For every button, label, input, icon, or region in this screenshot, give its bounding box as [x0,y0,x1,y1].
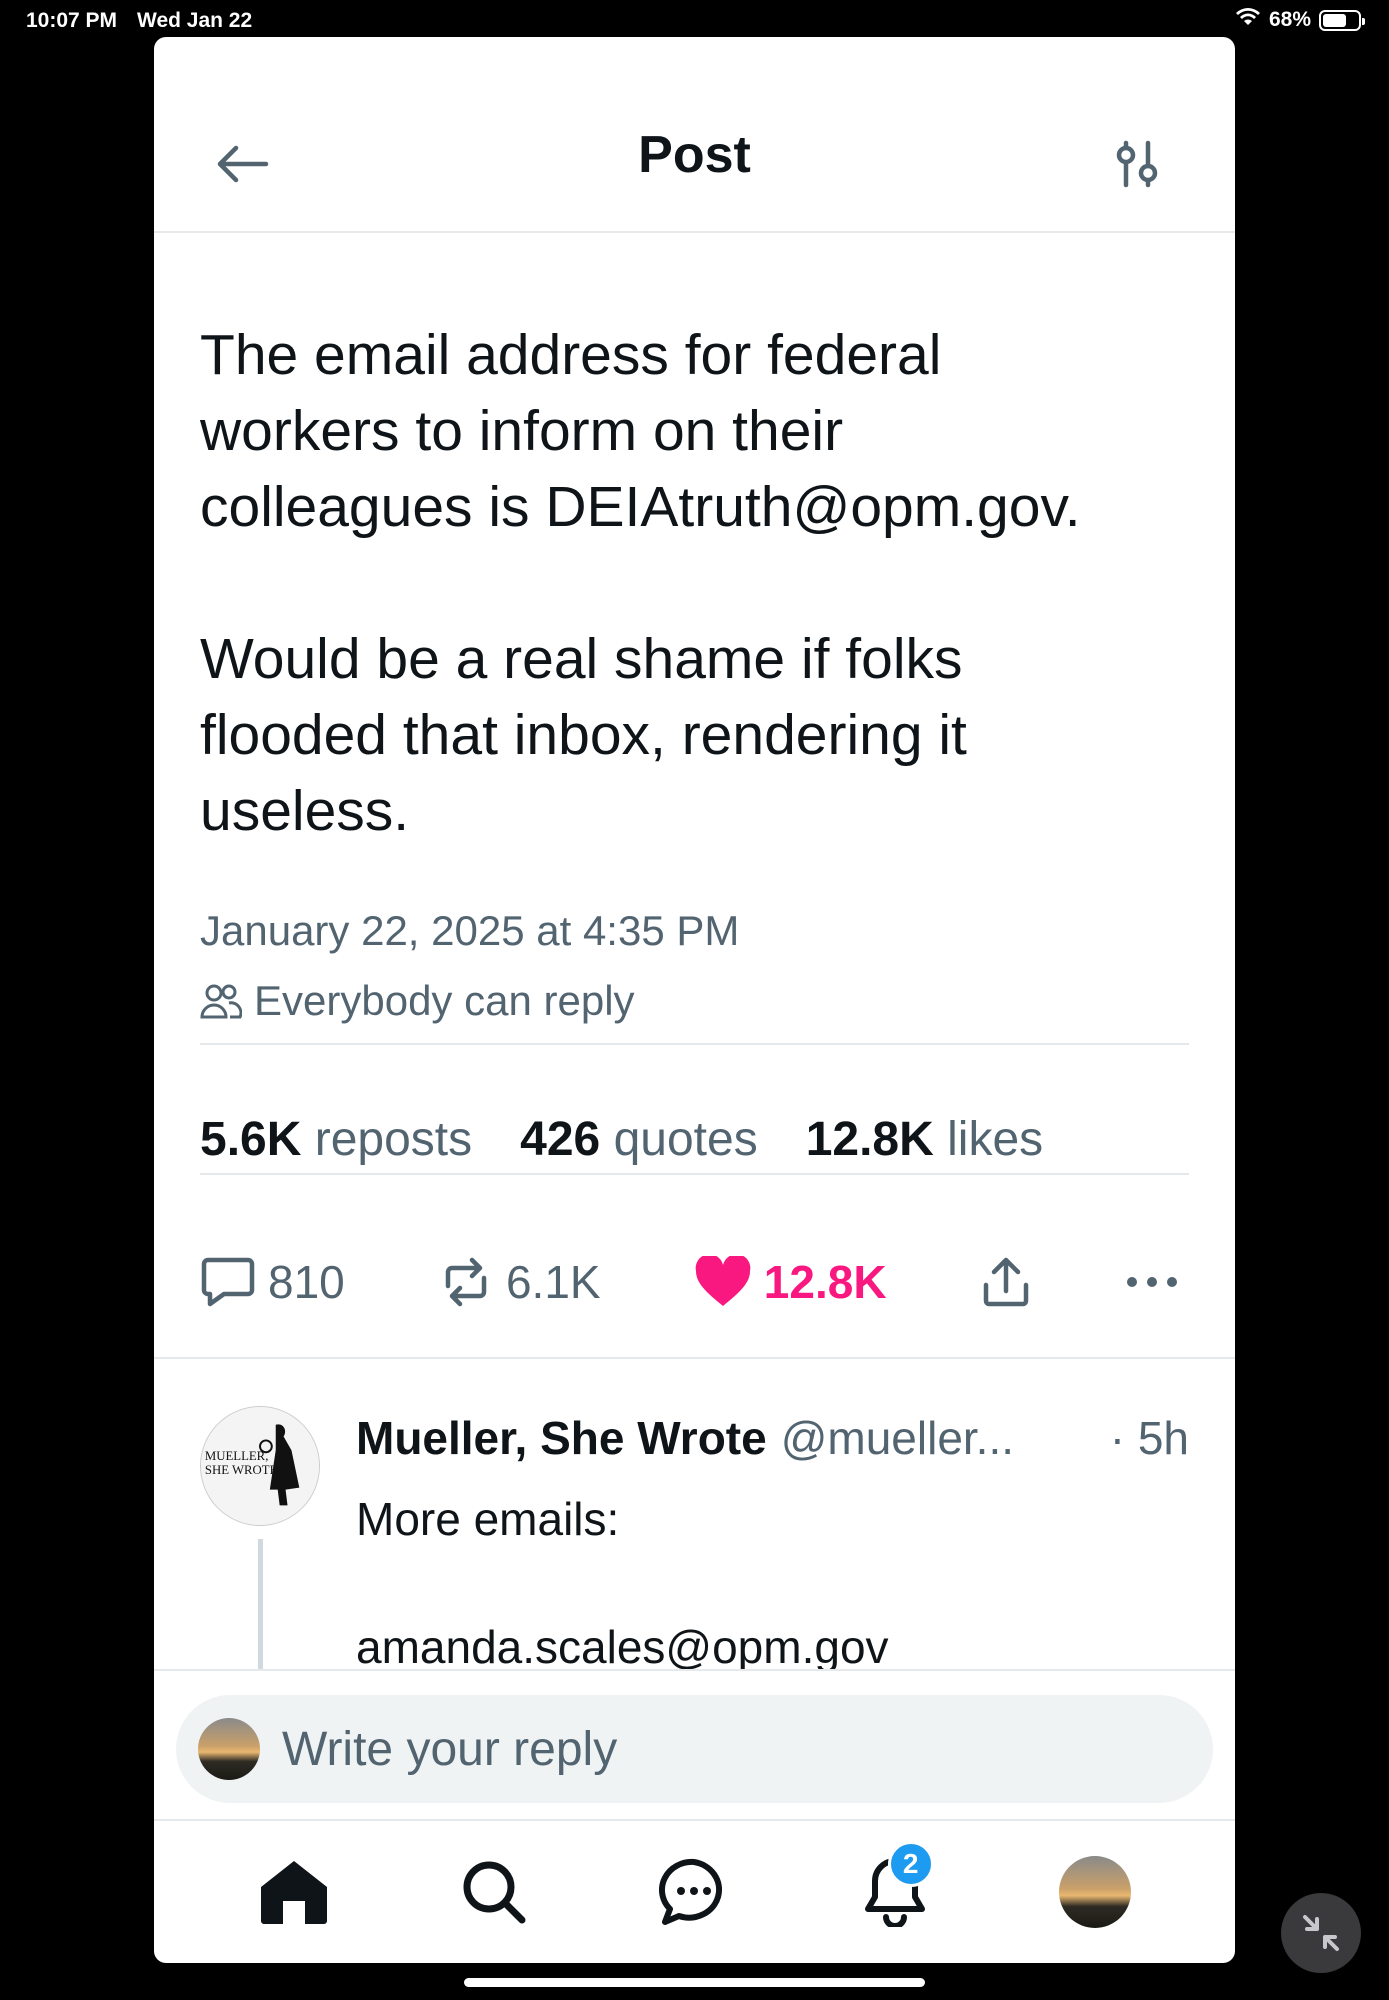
reposts-stat[interactable]: 5.6K reposts [200,1112,472,1167]
post-timestamp[interactable]: January 22, 2025 at 4:35 PM [200,907,739,955]
likes-stat[interactable]: 12.8K likes [806,1112,1043,1167]
people-icon [200,984,242,1019]
divider [200,1043,1189,1045]
more-button[interactable] [1125,1275,1179,1289]
settings-button[interactable] [1107,134,1167,194]
post-body: The email address for federal workers to… [200,323,1081,843]
thread-line [258,1539,263,1669]
home-icon [261,1861,328,1924]
like-count: 12.8K [763,1256,887,1308]
reply-item[interactable]: MUELLER, SHE WROTE Mueller, She Wrote @m… [154,1359,1235,1669]
repost-button[interactable]: 6.1K [438,1255,601,1309]
search-icon [463,1861,526,1924]
minimize-button[interactable] [1281,1893,1361,1973]
reply-count: 810 [268,1256,345,1308]
mueller-logo-icon: MUELLER, SHE WROTE [201,1407,319,1525]
reply-input-placeholder[interactable]: Write your reply [282,1722,617,1777]
reply-body: More emails: amanda.scales@opm.gov [356,1493,889,1669]
reply-permission-label: Everybody can reply [254,977,635,1024]
wifi-icon [1235,7,1261,33]
quotes-stat[interactable]: 426 quotes [520,1112,758,1167]
repost-icon [445,1257,487,1307]
reply-author-handle[interactable]: @mueller... [781,1411,1014,1465]
collapse-arrows-icon [1303,1915,1339,1951]
status-bar: 10:07 PM Wed Jan 22 68% [0,0,1389,38]
home-indicator[interactable] [464,1978,925,1987]
comment-icon [201,1257,255,1307]
more-dots-icon [1126,1277,1177,1287]
reply-age: · 5h [1109,1412,1189,1464]
like-button[interactable]: 12.8K [694,1255,887,1309]
status-date: Wed Jan 22 [137,9,253,32]
divider [200,1173,1189,1175]
battery-icon [1319,9,1365,31]
header: Post [154,37,1235,233]
tab-bar: 2 [154,1821,1235,1963]
post-sheet: Post The email address for federal worke… [154,37,1235,1963]
reply-permission: Everybody can reply [200,977,635,1025]
reply-composer[interactable]: Write your reply [176,1695,1213,1803]
svg-text:SHE WROTE: SHE WROTE [205,1463,278,1477]
repost-count: 6.1K [505,1256,601,1308]
chat-bubble-icon [659,1858,723,1925]
status-time: 10:07 PM [26,9,118,32]
tab-search[interactable] [449,1847,539,1937]
profile-avatar [1058,1856,1131,1928]
tab-messages[interactable] [649,1847,739,1937]
engagement-stats: 5.6K reposts 426 quotes 12.8K likes [200,1112,1043,1167]
tab-notifications[interactable]: 2 [850,1841,940,1937]
share-icon [983,1257,1028,1307]
heart-filled-icon [695,1256,751,1306]
reply-avatar[interactable]: MUELLER, SHE WROTE [200,1406,320,1526]
battery-percent: 68% [1268,8,1311,31]
tab-profile[interactable] [1050,1847,1140,1937]
reply-author-name[interactable]: Mueller, She Wrote [356,1411,767,1465]
reply-header: Mueller, She Wrote @mueller... · 5h [356,1411,1189,1465]
notification-badge: 2 [887,1841,934,1887]
reply-button[interactable]: 810 [200,1255,345,1309]
page-title: Post [638,126,751,184]
my-avatar [198,1718,260,1780]
svg-text:MUELLER,: MUELLER, [205,1449,268,1463]
sliders-icon [1116,140,1158,188]
tab-home[interactable] [249,1847,339,1937]
action-bar: 810 6.1K 12.8K [200,1242,1179,1322]
share-button[interactable] [980,1255,1032,1309]
composer-area: Write your reply [154,1669,1235,1821]
status-right: 68% [1235,7,1365,33]
